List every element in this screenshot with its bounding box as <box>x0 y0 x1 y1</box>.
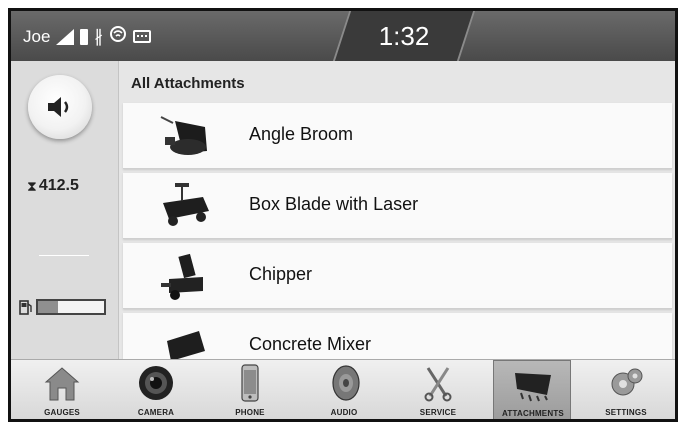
item-label: Chipper <box>249 264 313 284</box>
camera-lens-icon <box>139 366 173 400</box>
list-item-concrete-mixer[interactable]: Concrete Mixer <box>123 313 672 359</box>
speaker-cone-icon <box>332 365 360 401</box>
tools-icon <box>424 367 452 402</box>
wifi-icon <box>109 25 127 48</box>
clock: 1:32 <box>378 21 430 51</box>
volume-button[interactable] <box>28 75 92 139</box>
nav-label: GAUGES <box>44 408 80 417</box>
nav-label: ATTACHMENTS <box>502 409 564 418</box>
nav-label: CAMERA <box>137 408 175 417</box>
nav-label: SETTINGS <box>605 408 647 417</box>
hourglass-icon: ⧗ <box>27 177 37 194</box>
user-name: Joe <box>23 26 51 46</box>
item-label: Angle Broom <box>249 124 354 144</box>
item-label: Box Blade with Laser <box>249 194 419 214</box>
hour-meter-value: 412.5 <box>38 177 79 194</box>
hour-meter: ⧗ 412.5 <box>27 177 79 195</box>
battery-icon <box>80 28 89 45</box>
list-item-angle-broom[interactable]: Angle Broom <box>123 103 672 169</box>
bottom-nav: GAUGES CAMERA PHONE AUDIO SERVICE ATTACH… <box>11 359 675 419</box>
chipper-icon <box>161 253 203 300</box>
status-left-group: Joe ∦ <box>23 25 151 48</box>
fuel-pump-icon <box>19 300 32 315</box>
nav-camera[interactable]: CAMERA <box>117 360 195 419</box>
display-frame: Joe ∦ 1:32 ⧗ 412.5 All Attachments Angle… <box>8 8 678 422</box>
fuel-fill <box>38 301 58 313</box>
concrete-mixer-icon <box>167 331 205 359</box>
status-bar: Joe ∦ 1:32 <box>11 11 675 61</box>
box-blade-icon <box>163 183 209 226</box>
speaker-icon <box>48 97 69 117</box>
nav-gauges[interactable]: GAUGES <box>23 360 101 419</box>
side-panel: ⧗ 412.5 <box>11 61 119 359</box>
list-item-box-blade[interactable]: Box Blade with Laser <box>123 173 672 239</box>
section-title: All Attachments <box>131 75 245 92</box>
signal-icon <box>56 28 75 45</box>
nav-audio[interactable]: AUDIO <box>305 360 383 419</box>
item-label: Concrete Mixer <box>249 334 372 354</box>
nav-phone[interactable]: PHONE <box>211 360 289 419</box>
nav-label: AUDIO <box>330 408 358 417</box>
phone-icon <box>241 364 259 402</box>
divider <box>39 255 89 256</box>
house-icon <box>44 367 80 401</box>
attachments-list: All Attachments Angle Broom Box Blade wi… <box>121 61 675 359</box>
angle-broom-icon <box>160 116 207 155</box>
keyboard-icon <box>132 30 151 43</box>
gear-icon <box>611 368 643 396</box>
fuel-bar <box>36 299 106 315</box>
nav-label: SERVICE <box>419 408 457 417</box>
bucket-icon <box>515 373 551 402</box>
nav-label: PHONE <box>235 408 265 417</box>
nav-attachments[interactable]: ATTACHMENTS <box>493 360 571 419</box>
list-item-chipper[interactable]: Chipper <box>123 243 672 309</box>
bluetooth-icon: ∦ <box>94 26 103 46</box>
fuel-gauge <box>19 299 106 315</box>
nav-service[interactable]: SERVICE <box>399 360 477 419</box>
nav-settings[interactable]: SETTINGS <box>587 360 665 419</box>
